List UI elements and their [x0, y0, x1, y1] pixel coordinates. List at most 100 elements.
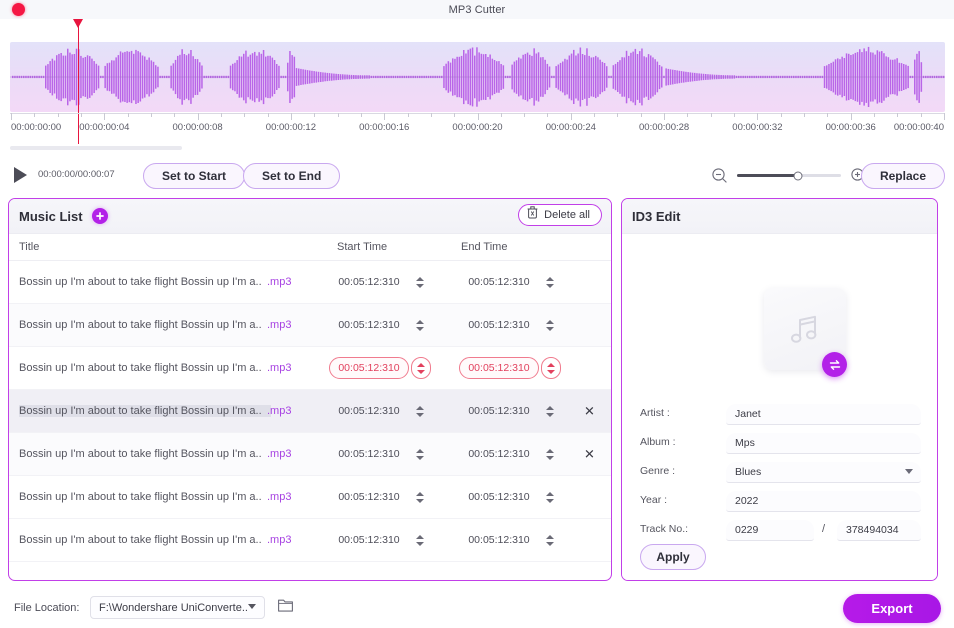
row-end-time-stepper[interactable] — [542, 529, 558, 551]
chevron-down-icon[interactable] — [416, 455, 424, 460]
row-end-time[interactable]: 00:05:12:310 — [459, 486, 539, 508]
chevron-up-icon[interactable] — [546, 448, 554, 453]
chevron-up-icon[interactable] — [546, 405, 554, 410]
chevron-up-icon[interactable] — [416, 405, 424, 410]
row-start-time-stepper[interactable] — [412, 400, 428, 422]
chevron-down-icon[interactable] — [417, 369, 425, 374]
chevron-down-icon[interactable] — [416, 412, 424, 417]
row-end-time[interactable]: 00:05:12:310 — [459, 314, 539, 336]
row-start-time-field[interactable]: 00:05:12:310 — [329, 314, 428, 336]
row-start-time-stepper[interactable] — [412, 529, 428, 551]
row-end-time-stepper[interactable] — [542, 443, 558, 465]
chevron-up-icon[interactable] — [416, 448, 424, 453]
row-start-time[interactable]: 00:05:12:310 — [329, 314, 409, 336]
chevron-down-icon[interactable] — [416, 498, 424, 503]
record-dot-icon[interactable] — [12, 3, 25, 16]
genre-select[interactable] — [726, 462, 921, 483]
chevron-up-icon[interactable] — [416, 491, 424, 496]
row-end-time-stepper[interactable] — [542, 314, 558, 336]
row-start-time[interactable]: 00:05:12:310 — [329, 357, 409, 379]
chevron-up-icon[interactable] — [546, 319, 554, 324]
row-end-time-field[interactable]: 00:05:12:310 — [459, 357, 561, 379]
chevron-down-icon[interactable] — [546, 498, 554, 503]
chevron-down-icon[interactable] — [416, 541, 424, 546]
replace-button[interactable]: Replace — [860, 163, 945, 189]
year-input[interactable] — [726, 491, 921, 512]
row-end-time-stepper[interactable] — [542, 400, 558, 422]
row-end-time-stepper[interactable] — [542, 271, 558, 293]
apply-button[interactable]: Apply — [640, 544, 706, 570]
row-end-time-field[interactable]: 00:05:12:310 — [459, 486, 558, 508]
chevron-down-icon[interactable] — [546, 455, 554, 460]
row-start-time-stepper[interactable] — [411, 357, 431, 379]
row-start-time-stepper[interactable] — [412, 486, 428, 508]
zoom-out-icon[interactable] — [711, 167, 728, 184]
chevron-up-icon[interactable] — [416, 319, 424, 324]
chevron-down-icon[interactable] — [546, 326, 554, 331]
close-icon[interactable]: ✕ — [582, 404, 597, 419]
music-list-rows[interactable]: Bossin up I'm about to take flight Bossi… — [9, 261, 611, 579]
row-end-time-field[interactable]: 00:05:12:310 — [459, 443, 558, 465]
chevron-down-icon[interactable] — [546, 541, 554, 546]
set-to-start-button[interactable]: Set to Start — [143, 163, 246, 189]
row-end-time-field[interactable]: 00:05:12:310 — [459, 529, 558, 551]
row-start-time[interactable]: 00:05:12:310 — [329, 486, 409, 508]
timeline-ruler[interactable]: 00:00:00:00 00:00:00:04 00:00:00:08 00:00:0… — [10, 113, 945, 140]
row-start-time-field[interactable]: 00:05:12:310 — [329, 529, 428, 551]
artist-input[interactable] — [726, 404, 921, 425]
table-row[interactable]: Bossin up I'm about to take flight Bossi… — [9, 304, 611, 347]
plus-icon[interactable] — [91, 208, 108, 224]
row-start-time-field[interactable]: 00:05:12:310 — [329, 443, 428, 465]
row-start-time[interactable]: 00:05:12:310 — [329, 271, 409, 293]
track-number-input[interactable] — [726, 520, 814, 541]
swap-icon[interactable] — [822, 352, 847, 377]
export-button[interactable]: Export — [843, 594, 941, 623]
row-end-time-field[interactable]: 00:05:12:310 — [459, 400, 558, 422]
row-end-time-field[interactable]: 00:05:12:310 — [459, 314, 558, 336]
timeline-scrollbar[interactable] — [10, 146, 182, 150]
row-end-time-stepper[interactable] — [541, 357, 561, 379]
waveform-display[interactable] — [10, 42, 945, 112]
chevron-up-icon[interactable] — [417, 362, 425, 367]
chevron-up-icon[interactable] — [416, 534, 424, 539]
row-start-time-stepper[interactable] — [412, 314, 428, 336]
row-start-time[interactable]: 00:05:12:310 — [329, 529, 409, 551]
play-icon[interactable] — [14, 167, 27, 183]
zoom-slider-thumb[interactable] — [793, 171, 803, 180]
zoom-slider[interactable] — [737, 171, 841, 180]
row-end-time[interactable]: 00:05:12:310 — [459, 529, 539, 551]
table-row[interactable]: Bossin up I'm about to take flight Bossi… — [9, 261, 611, 304]
row-end-time[interactable]: 00:05:12:310 — [459, 357, 539, 379]
row-start-time[interactable]: 00:05:12:310 — [329, 400, 409, 422]
table-row[interactable]: Bossin up I'm about to take flight Bossi… — [9, 390, 611, 433]
chevron-down-icon[interactable] — [546, 412, 554, 417]
row-end-time-stepper[interactable] — [542, 486, 558, 508]
chevron-down-icon[interactable] — [416, 283, 424, 288]
row-start-time-field[interactable]: 00:05:12:310 — [329, 400, 428, 422]
delete-all-button[interactable]: Delete all — [518, 204, 602, 226]
chevron-down-icon[interactable] — [547, 369, 555, 374]
file-location-select[interactable]: F:\Wondershare UniConverte.. — [90, 596, 265, 619]
row-end-time[interactable]: 00:05:12:310 — [459, 271, 539, 293]
chevron-up-icon[interactable] — [546, 491, 554, 496]
folder-icon[interactable] — [277, 597, 294, 618]
set-to-end-button[interactable]: Set to End — [243, 163, 341, 189]
chevron-down-icon[interactable] — [546, 283, 554, 288]
row-start-time-stepper[interactable] — [412, 443, 428, 465]
chevron-up-icon[interactable] — [547, 362, 555, 367]
chevron-up-icon[interactable] — [416, 276, 424, 281]
album-input[interactable] — [726, 433, 921, 454]
table-row[interactable]: Bossin up I'm about to take flight Bossi… — [9, 347, 611, 390]
table-row[interactable]: Bossin up I'm about to take flight Bossi… — [9, 476, 611, 519]
close-icon[interactable]: ✕ — [582, 447, 597, 462]
chevron-down-icon[interactable] — [416, 326, 424, 331]
row-end-time[interactable]: 00:05:12:310 — [459, 443, 539, 465]
chevron-up-icon[interactable] — [546, 534, 554, 539]
chevron-up-icon[interactable] — [546, 276, 554, 281]
row-start-time-field[interactable]: 00:05:12:310 — [329, 271, 428, 293]
row-start-time[interactable]: 00:05:12:310 — [329, 443, 409, 465]
row-end-time-field[interactable]: 00:05:12:310 — [459, 271, 558, 293]
table-row[interactable]: Bossin up I'm about to take flight Bossi… — [9, 519, 611, 562]
row-start-time-field[interactable]: 00:05:12:310 — [329, 357, 431, 379]
row-start-time-stepper[interactable] — [412, 271, 428, 293]
